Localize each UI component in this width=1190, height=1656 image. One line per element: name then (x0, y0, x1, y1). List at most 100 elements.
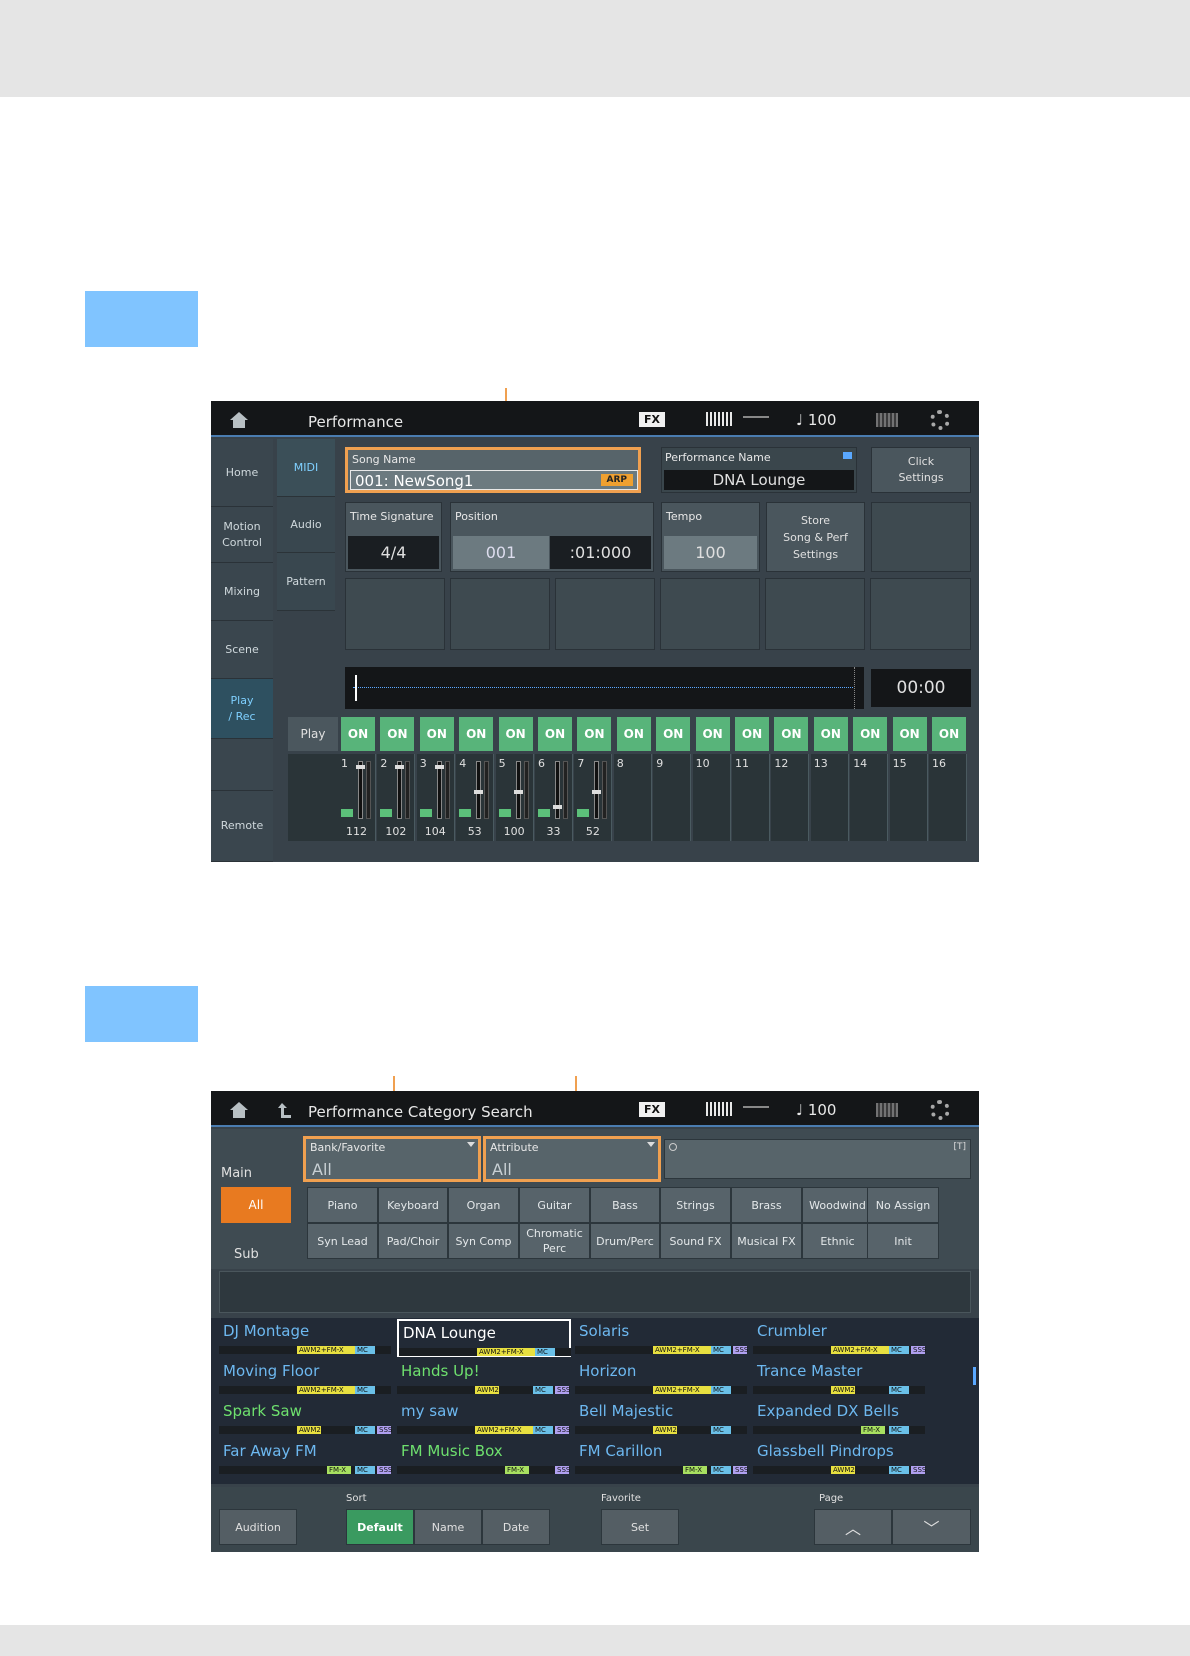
sub-tab-pattern[interactable]: Pattern (277, 553, 335, 611)
part-4-on-button[interactable]: ON (459, 717, 494, 751)
side-tab-motion-control[interactable]: Motion Control (211, 507, 273, 563)
favorite-set-button[interactable]: Set (601, 1509, 679, 1545)
result-item[interactable]: DNA Lounge AWM2+FM-X MC (397, 1319, 571, 1357)
side-tab-play-rec[interactable]: Play / Rec (211, 679, 273, 739)
side-tab-home[interactable]: Home (211, 439, 273, 507)
results-scrollbar[interactable] (973, 1367, 976, 1385)
part-1-column[interactable]: 1 112 (338, 754, 376, 841)
result-item[interactable]: Crumbler AWM2+FM-X MC SSS (753, 1319, 927, 1357)
part-5-column[interactable]: 5 100 (495, 754, 534, 841)
result-item[interactable]: Bell Majestic AWM2 MC (575, 1399, 749, 1437)
result-item[interactable]: my saw AWM2+FM-X MC SSS (397, 1399, 571, 1437)
part-4-column[interactable]: 4 53 (456, 754, 495, 841)
sub-category-chromatic-perc[interactable]: Chromatic Perc (519, 1223, 590, 1259)
quick-access-icon[interactable] (876, 1103, 898, 1117)
sub-category-ethnic[interactable]: Ethnic (802, 1223, 873, 1259)
part-7-column[interactable]: 7 52 (574, 754, 613, 841)
result-item[interactable]: DJ Montage AWM2+FM-X MC (219, 1319, 393, 1357)
part-13-on-button[interactable]: ON (813, 717, 848, 751)
part-2-on-button[interactable]: ON (380, 717, 415, 751)
part-16-on-button[interactable]: ON (932, 717, 966, 751)
main-category-organ[interactable]: Organ (448, 1187, 519, 1223)
sub-tab-audio[interactable]: Audio (277, 497, 335, 553)
part-8-column[interactable]: 8 (613, 754, 652, 841)
main-category-piano[interactable]: Piano (307, 1187, 378, 1223)
main-category-strings[interactable]: Strings (660, 1187, 731, 1223)
volume-fader[interactable] (553, 761, 562, 819)
part-1-on-button[interactable]: ON (341, 717, 375, 751)
sub-category-syn-lead[interactable]: Syn Lead (307, 1223, 378, 1259)
home-icon[interactable] (229, 411, 249, 429)
category-all-button[interactable]: All (221, 1187, 291, 1223)
back-arrow-icon[interactable] (277, 1101, 293, 1119)
volume-fader[interactable] (513, 761, 523, 819)
result-item[interactable]: Far Away FM FM-X MC SSS (219, 1439, 393, 1477)
gear-icon[interactable] (930, 1100, 950, 1120)
volume-fader[interactable] (356, 761, 365, 819)
sort-name-button[interactable]: Name (414, 1509, 482, 1545)
position-measure[interactable]: 001 (453, 536, 549, 569)
fx-icon[interactable]: FX (639, 1102, 665, 1117)
fader-handle[interactable] (395, 764, 405, 769)
audition-button[interactable]: Audition (219, 1509, 297, 1545)
part-9-on-button[interactable]: ON (656, 717, 691, 751)
performance-name-field[interactable]: Performance Name DNA Lounge (661, 447, 857, 493)
volume-fader[interactable] (434, 761, 444, 819)
sub-category-musical-fx[interactable]: Musical FX (731, 1223, 802, 1259)
part-10-column[interactable]: 10 (692, 754, 731, 841)
main-category-brass[interactable]: Brass (731, 1187, 802, 1223)
result-item[interactable]: Hands Up! AWM2 MC SSS (397, 1359, 571, 1397)
fader-handle[interactable] (513, 789, 523, 794)
position-field[interactable]: Position 001 :01:000 (450, 502, 654, 572)
store-settings-button[interactable]: Store Song & Perf Settings (766, 502, 865, 572)
part-7-on-button[interactable]: ON (577, 717, 612, 751)
result-item[interactable]: Horizon AWM2+FM-X MC (575, 1359, 749, 1397)
part-16-column[interactable]: 16 (929, 754, 967, 841)
page-up-button[interactable]: ︿ (814, 1509, 892, 1545)
position-time[interactable]: :01:000 (550, 536, 651, 569)
side-tab-scene[interactable]: Scene (211, 621, 273, 679)
tempo-display[interactable]: ♩ 100 (796, 411, 836, 429)
part-5-on-button[interactable]: ON (498, 717, 533, 751)
part-15-column[interactable]: 15 (889, 754, 928, 841)
part-3-on-button[interactable]: ON (419, 717, 454, 751)
page-down-button[interactable]: ﹀ (892, 1509, 971, 1545)
song-timeline[interactable] (345, 667, 864, 709)
part-3-column[interactable]: 3 104 (416, 754, 455, 841)
part-12-on-button[interactable]: ON (774, 717, 809, 751)
tempo-display[interactable]: ♩ 100 (796, 1101, 836, 1119)
sub-category-syn-comp[interactable]: Syn Comp (448, 1223, 519, 1259)
fader-handle[interactable] (434, 764, 444, 769)
playhead[interactable] (355, 675, 357, 701)
gear-icon[interactable] (930, 410, 950, 430)
song-name-field[interactable]: Song Name 001: NewSong1 ARP (345, 447, 641, 493)
volume-fader[interactable] (395, 761, 405, 819)
main-category-woodwind[interactable]: Woodwind (802, 1187, 873, 1223)
attribute-dropdown[interactable]: Attribute All (483, 1136, 661, 1182)
volume-fader[interactable] (474, 761, 484, 819)
result-item[interactable]: Solaris AWM2+FM-X MC SSS (575, 1319, 749, 1357)
result-item[interactable]: Spark Saw AWM2 MC SSS (219, 1399, 393, 1437)
home-icon[interactable] (229, 1101, 249, 1119)
click-settings-button[interactable]: Click Settings (871, 447, 971, 493)
part-2-column[interactable]: 2 102 (377, 754, 416, 841)
part-6-on-button[interactable]: ON (538, 717, 572, 751)
part-14-on-button[interactable]: ON (853, 717, 888, 751)
sub-tab-midi[interactable]: MIDI (277, 439, 335, 497)
result-item[interactable]: Expanded DX Bells FM-X MC (753, 1399, 927, 1437)
part-15-on-button[interactable]: ON (892, 717, 927, 751)
result-item[interactable]: Glassbell Pindrops AWM2 MC SSS (753, 1439, 927, 1477)
part-10-on-button[interactable]: ON (695, 717, 730, 751)
part-14-column[interactable]: 14 (850, 754, 889, 841)
part-11-column[interactable]: 11 (732, 754, 770, 841)
result-item[interactable]: Trance Master AWM2 MC (753, 1359, 927, 1397)
fader-handle[interactable] (592, 789, 602, 794)
bank-favorite-dropdown[interactable]: Bank/Favorite All (303, 1136, 481, 1182)
quick-access-icon[interactable] (876, 413, 898, 427)
main-category-guitar[interactable]: Guitar (519, 1187, 590, 1223)
search-input[interactable]: [T] (664, 1139, 971, 1179)
sub-category-sound-fx[interactable]: Sound FX (660, 1223, 731, 1259)
part-12-column[interactable]: 12 (771, 754, 810, 841)
part-11-on-button[interactable]: ON (735, 717, 769, 751)
fader-handle[interactable] (553, 804, 562, 809)
